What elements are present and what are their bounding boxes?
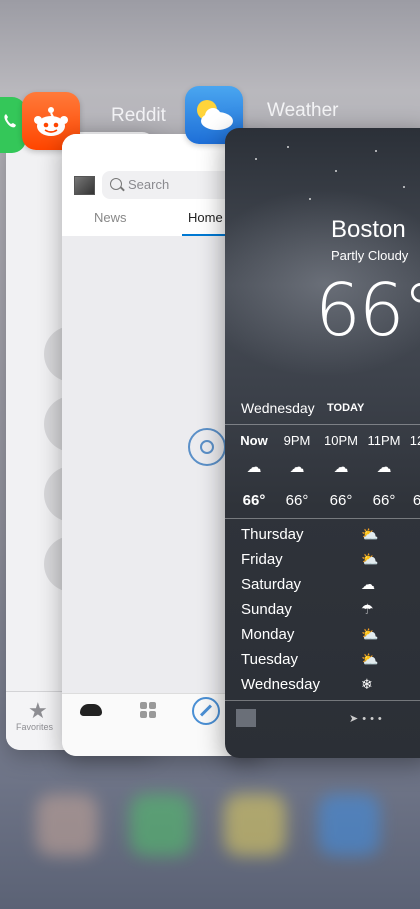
hourly-temperature: 66° <box>329 492 353 509</box>
daily-day: Saturday <box>241 576 302 593</box>
partly-cloudy-night-icon: ☁ <box>246 459 262 476</box>
partly-sunny-icon: ⛅ <box>361 526 379 542</box>
snoo-home-icon[interactable] <box>80 704 102 716</box>
star-dot <box>287 146 289 148</box>
blurred-app-icon <box>224 794 286 856</box>
daily-day: Tuesday <box>241 651 298 668</box>
divider <box>225 700 420 701</box>
partly-cloudy-night-icon: ☁ <box>333 459 349 476</box>
star-dot <box>403 186 405 188</box>
weather-channel-logo[interactable] <box>236 709 256 727</box>
daily-day: Friday <box>241 551 283 568</box>
blurred-app-icon <box>130 794 192 856</box>
weather-app-card[interactable]: Boston Partly Cloudy 66° Wednesday TODAY… <box>225 128 420 758</box>
tab-home[interactable]: Home <box>188 210 223 225</box>
snow-rain-icon: ❄ <box>361 676 373 692</box>
hourly-temperature: 6 <box>412 492 420 509</box>
hourly-time: 12 <box>409 433 420 448</box>
tab-favorites[interactable]: Favorites <box>16 722 53 732</box>
hourly-time: Now <box>240 433 268 448</box>
hourly-time: 9PM <box>283 433 311 448</box>
phone-handset-icon <box>4 114 16 128</box>
partly-sunny-icon: ⛅ <box>361 651 379 667</box>
partly-sunny-icon: ⛅ <box>361 626 379 642</box>
hourly-time: 10PM <box>324 433 358 448</box>
grid-icon[interactable] <box>140 702 156 718</box>
star-dot <box>375 150 377 152</box>
divider <box>225 518 420 519</box>
cloud-icon: ☁ <box>361 576 375 592</box>
hourly-temperature: 66° <box>285 492 309 509</box>
partly-sunny-icon: ⛅ <box>361 551 379 567</box>
city-name: Boston <box>331 216 406 243</box>
weather-app-label: Weather <box>267 100 339 121</box>
star-dot <box>309 198 311 200</box>
loading-spinner-icon <box>188 428 226 466</box>
star-dot <box>335 170 337 172</box>
current-day: Wednesday <box>241 400 315 416</box>
star-dot <box>255 158 257 160</box>
compose-pencil-icon[interactable] <box>192 697 220 725</box>
partly-cloudy-night-icon: ☁ <box>289 459 305 476</box>
blurred-app-icon <box>36 794 98 856</box>
daily-day: Wednesday <box>241 676 320 693</box>
current-temperature: 66° <box>315 268 420 352</box>
weather-condition: Partly Cloudy <box>331 248 409 263</box>
daily-day: Thursday <box>241 526 304 543</box>
daily-day: Sunday <box>241 601 292 618</box>
rain-cloud-icon: ☂ <box>361 601 374 617</box>
blurred-dock <box>0 770 420 909</box>
blurred-app-icon <box>318 794 380 856</box>
search-input[interactable]: Search <box>128 177 169 192</box>
reddit-app-label: Reddit <box>111 105 166 126</box>
search-icon <box>110 178 122 190</box>
hourly-temperature: 66° <box>242 492 266 509</box>
page-indicator-icon[interactable]: ➤••• <box>349 712 386 725</box>
user-avatar[interactable] <box>74 176 95 195</box>
tab-news[interactable]: News <box>94 210 127 225</box>
daily-day: Monday <box>241 626 295 643</box>
star-icon[interactable]: ★ <box>28 698 48 724</box>
today-badge: TODAY <box>327 402 365 414</box>
divider <box>225 424 420 425</box>
partly-cloudy-night-icon: ☁ <box>376 459 392 476</box>
